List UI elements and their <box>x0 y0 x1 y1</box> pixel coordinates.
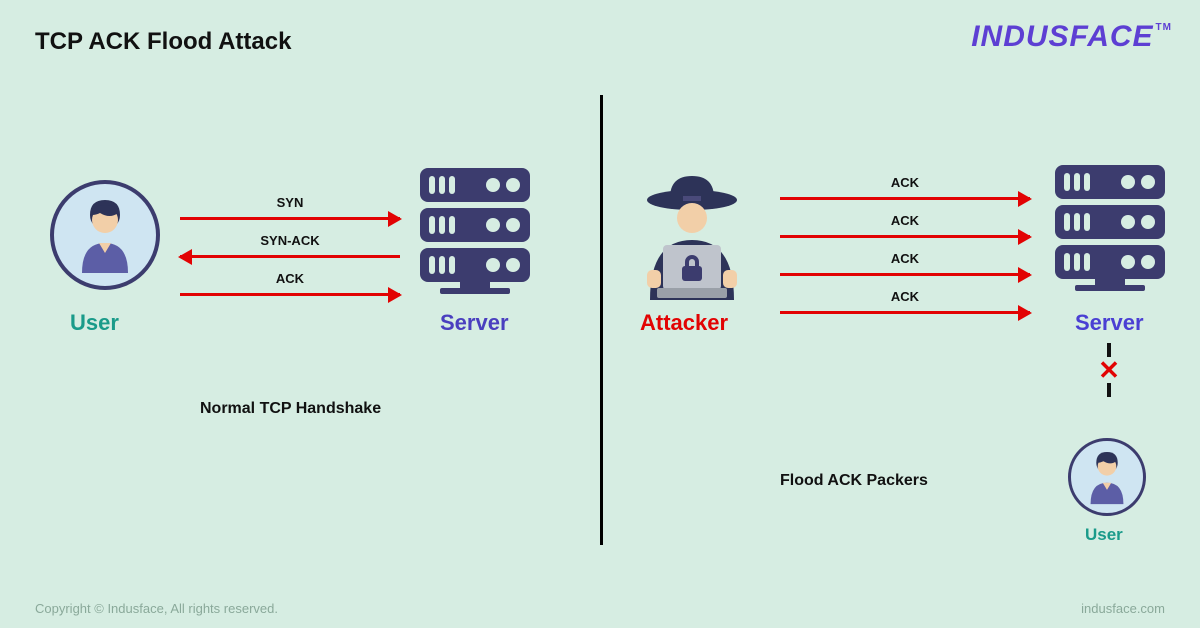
person-icon <box>70 195 140 275</box>
arrow-ack-2: ACK <box>780 213 1030 243</box>
brand-tm: TM <box>1156 22 1172 33</box>
arrow-synack: SYN-ACK <box>180 233 400 263</box>
vertical-divider <box>600 95 603 545</box>
server-icon <box>415 163 535 308</box>
user-label: User <box>70 310 119 336</box>
dash-icon <box>1107 383 1111 397</box>
person-icon <box>1082 448 1132 506</box>
arrow-head-left-icon <box>178 249 192 265</box>
brand-text: INDUSFACE <box>971 20 1153 53</box>
arrow-head-right-icon <box>388 211 402 227</box>
server-label: Server <box>440 310 509 336</box>
arrow-label: ACK <box>780 289 1030 304</box>
arrow-label: ACK <box>780 213 1030 228</box>
user-icon <box>50 180 160 290</box>
flood-arrows: ACK ACK ACK ACK <box>780 175 1030 327</box>
avatar-ring <box>50 180 160 290</box>
arrow-label: SYN-ACK <box>180 233 400 248</box>
avatar-ring <box>1068 438 1146 516</box>
caption-flood-packets: Flood ACK Packers <box>780 472 928 490</box>
attacker-label: Attacker <box>640 310 728 336</box>
arrow-label: ACK <box>780 251 1030 266</box>
arrow-syn: SYN <box>180 195 400 225</box>
x-icon: ✕ <box>1097 360 1121 380</box>
arrow-head-right-icon <box>1018 229 1032 245</box>
arrow-label: SYN <box>180 195 400 210</box>
server-label: Server <box>1075 310 1144 336</box>
caption-normal-handshake: Normal TCP Handshake <box>200 400 381 418</box>
arrow-label: ACK <box>780 175 1030 190</box>
arrow-line <box>180 217 400 220</box>
arrow-line <box>180 255 400 258</box>
blocked-user-icon <box>1068 438 1146 516</box>
connection-blocked: ✕ <box>1097 340 1121 400</box>
arrow-ack-1: ACK <box>780 175 1030 205</box>
arrow-head-right-icon <box>1018 191 1032 207</box>
arrow-line <box>780 197 1030 200</box>
site-text: indusface.com <box>1081 601 1165 616</box>
arrow-label: ACK <box>180 271 400 286</box>
arrow-line <box>180 293 400 296</box>
page-title: TCP ACK Flood Attack <box>35 28 291 56</box>
copyright-text: Copyright © Indusface, All rights reserv… <box>35 601 278 616</box>
server-icon <box>1050 160 1170 305</box>
arrow-ack: ACK <box>180 271 400 301</box>
blocked-user-label: User <box>1085 525 1123 545</box>
arrow-line <box>780 273 1030 276</box>
handshake-arrows: SYN SYN-ACK ACK <box>180 195 400 309</box>
arrow-ack-4: ACK <box>780 289 1030 319</box>
arrow-head-right-icon <box>1018 305 1032 321</box>
arrow-head-right-icon <box>1018 267 1032 283</box>
arrow-line <box>780 311 1030 314</box>
arrow-line <box>780 235 1030 238</box>
arrow-ack-3: ACK <box>780 251 1030 281</box>
attacker-icon <box>625 170 760 310</box>
arrow-head-right-icon <box>388 287 402 303</box>
brand-logo: INDUSFACETM <box>971 20 1170 54</box>
